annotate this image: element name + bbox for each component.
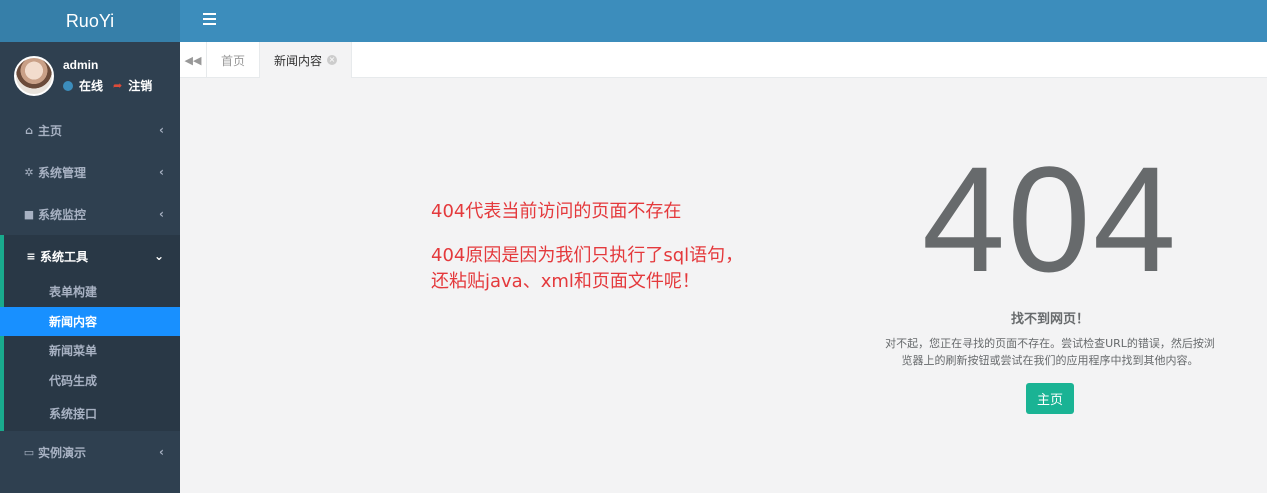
sidebar-item-demo[interactable]: ▭ 实例演示 ‹ bbox=[0, 431, 180, 473]
error-description-line: 览器上的刷新按钮或尝试在我们的应用程序中找到其他内容。 bbox=[901, 354, 1199, 367]
online-status-label: 在线 bbox=[79, 79, 104, 93]
error-code: 404 bbox=[921, 135, 1179, 303]
submenu-item-system-api[interactable]: 系统接口 bbox=[4, 395, 180, 431]
tab-news-content[interactable]: 新闻内容 × bbox=[260, 42, 353, 78]
chevron-left-icon: ‹ bbox=[159, 123, 164, 137]
user-panel: admin 在线 ➦ 注销 bbox=[0, 42, 180, 109]
bars-icon: ≡ bbox=[26, 249, 36, 263]
home-icon: ⌂ bbox=[25, 123, 33, 137]
error-description: 对不起，您正在寻找的页面不存在。尝试检查URL的错误，然后按浏 览器上的刷新按钮… bbox=[867, 335, 1233, 369]
main-content: 404代表当前访问的页面不存在 404原因是因为我们只执行了sql语句， 还粘贴… bbox=[180, 79, 1267, 493]
sidebar-item-label: 系统工具 bbox=[40, 249, 89, 264]
note-line: 404原因是因为我们只执行了sql语句， bbox=[431, 245, 744, 266]
tab-label: 新闻内容 bbox=[274, 53, 323, 68]
tab-bar: ◀◀ 首页 新闻内容 × bbox=[180, 42, 1267, 78]
video-camera-icon: ■ bbox=[23, 207, 35, 221]
submenu-item-news-content[interactable]: 新闻内容 bbox=[0, 306, 180, 336]
sign-out-icon[interactable]: ➦ bbox=[113, 79, 122, 92]
user-name: admin bbox=[63, 58, 99, 72]
error-description-line: 对不起，您正在寻找的页面不存在。尝试检查URL的错误，然后按浏 bbox=[885, 337, 1215, 350]
home-button[interactable]: 主页 bbox=[1025, 383, 1074, 414]
tab-label: 首页 bbox=[221, 53, 246, 68]
chevron-left-icon: ‹ bbox=[159, 207, 164, 221]
error-title: 找不到网页！ bbox=[1010, 312, 1089, 327]
sidebar-item-label: 系统管理 bbox=[38, 165, 87, 180]
annotation-note: 404代表当前访问的页面不存在 404原因是因为我们只执行了sql语句， 还粘贴… bbox=[431, 199, 743, 313]
gear-icon: ✲ bbox=[24, 165, 34, 179]
chevron-down-icon: ⌄ bbox=[153, 249, 164, 263]
error-panel: 404 找不到网页！ 对不起，您正在寻找的页面不存在。尝试检查URL的错误，然后… bbox=[867, 144, 1233, 414]
brand-logo[interactable]: RuoYi bbox=[0, 0, 180, 42]
sidebar-item-label: 实例演示 bbox=[38, 445, 87, 460]
chevron-left-icon: ‹ bbox=[159, 445, 164, 459]
note-line: 还粘贴java、xml和页面文件呢！ bbox=[431, 271, 700, 292]
sidebar-item-system-management[interactable]: ✲ 系统管理 ‹ bbox=[0, 151, 180, 193]
sidebar-item-label: 主页 bbox=[38, 123, 63, 138]
desktop-icon: ▭ bbox=[23, 445, 35, 459]
sidebar: RuoYi admin 在线 ➦ 注销 ⌂ 主页 ‹ ✲ 系统管理 ‹ ■ 系统… bbox=[0, 0, 180, 493]
note-line: 404代表当前访问的页面不存在 bbox=[431, 201, 682, 222]
sidebar-group-system-tools: ≡ 系统工具 ⌄ 表单构建 新闻内容 新闻菜单 代码生成 系统接口 bbox=[0, 235, 180, 431]
tab-home[interactable]: 首页 bbox=[207, 42, 261, 78]
menu-toggle-icon[interactable] bbox=[203, 13, 216, 26]
submenu-item-news-menu[interactable]: 新闻菜单 bbox=[4, 336, 180, 366]
sidebar-item-home[interactable]: ⌂ 主页 ‹ bbox=[0, 109, 180, 151]
avatar[interactable] bbox=[14, 55, 54, 96]
logout-link[interactable]: 注销 bbox=[128, 77, 152, 94]
tab-scroll-left-icon[interactable]: ◀◀ bbox=[180, 42, 207, 78]
submenu-item-code-generation[interactable]: 代码生成 bbox=[4, 366, 180, 396]
online-status-icon bbox=[63, 80, 73, 91]
sidebar-item-system-monitor[interactable]: ■ 系统监控 ‹ bbox=[0, 193, 180, 235]
sidebar-item-label: 系统监控 bbox=[38, 207, 87, 222]
submenu-item-form-builder[interactable]: 表单构建 bbox=[4, 277, 180, 307]
chevron-left-icon: ‹ bbox=[159, 165, 164, 179]
close-icon[interactable]: × bbox=[327, 55, 338, 65]
sidebar-item-system-tools[interactable]: ≡ 系统工具 ⌄ bbox=[4, 235, 180, 277]
top-navbar bbox=[180, 0, 1267, 42]
